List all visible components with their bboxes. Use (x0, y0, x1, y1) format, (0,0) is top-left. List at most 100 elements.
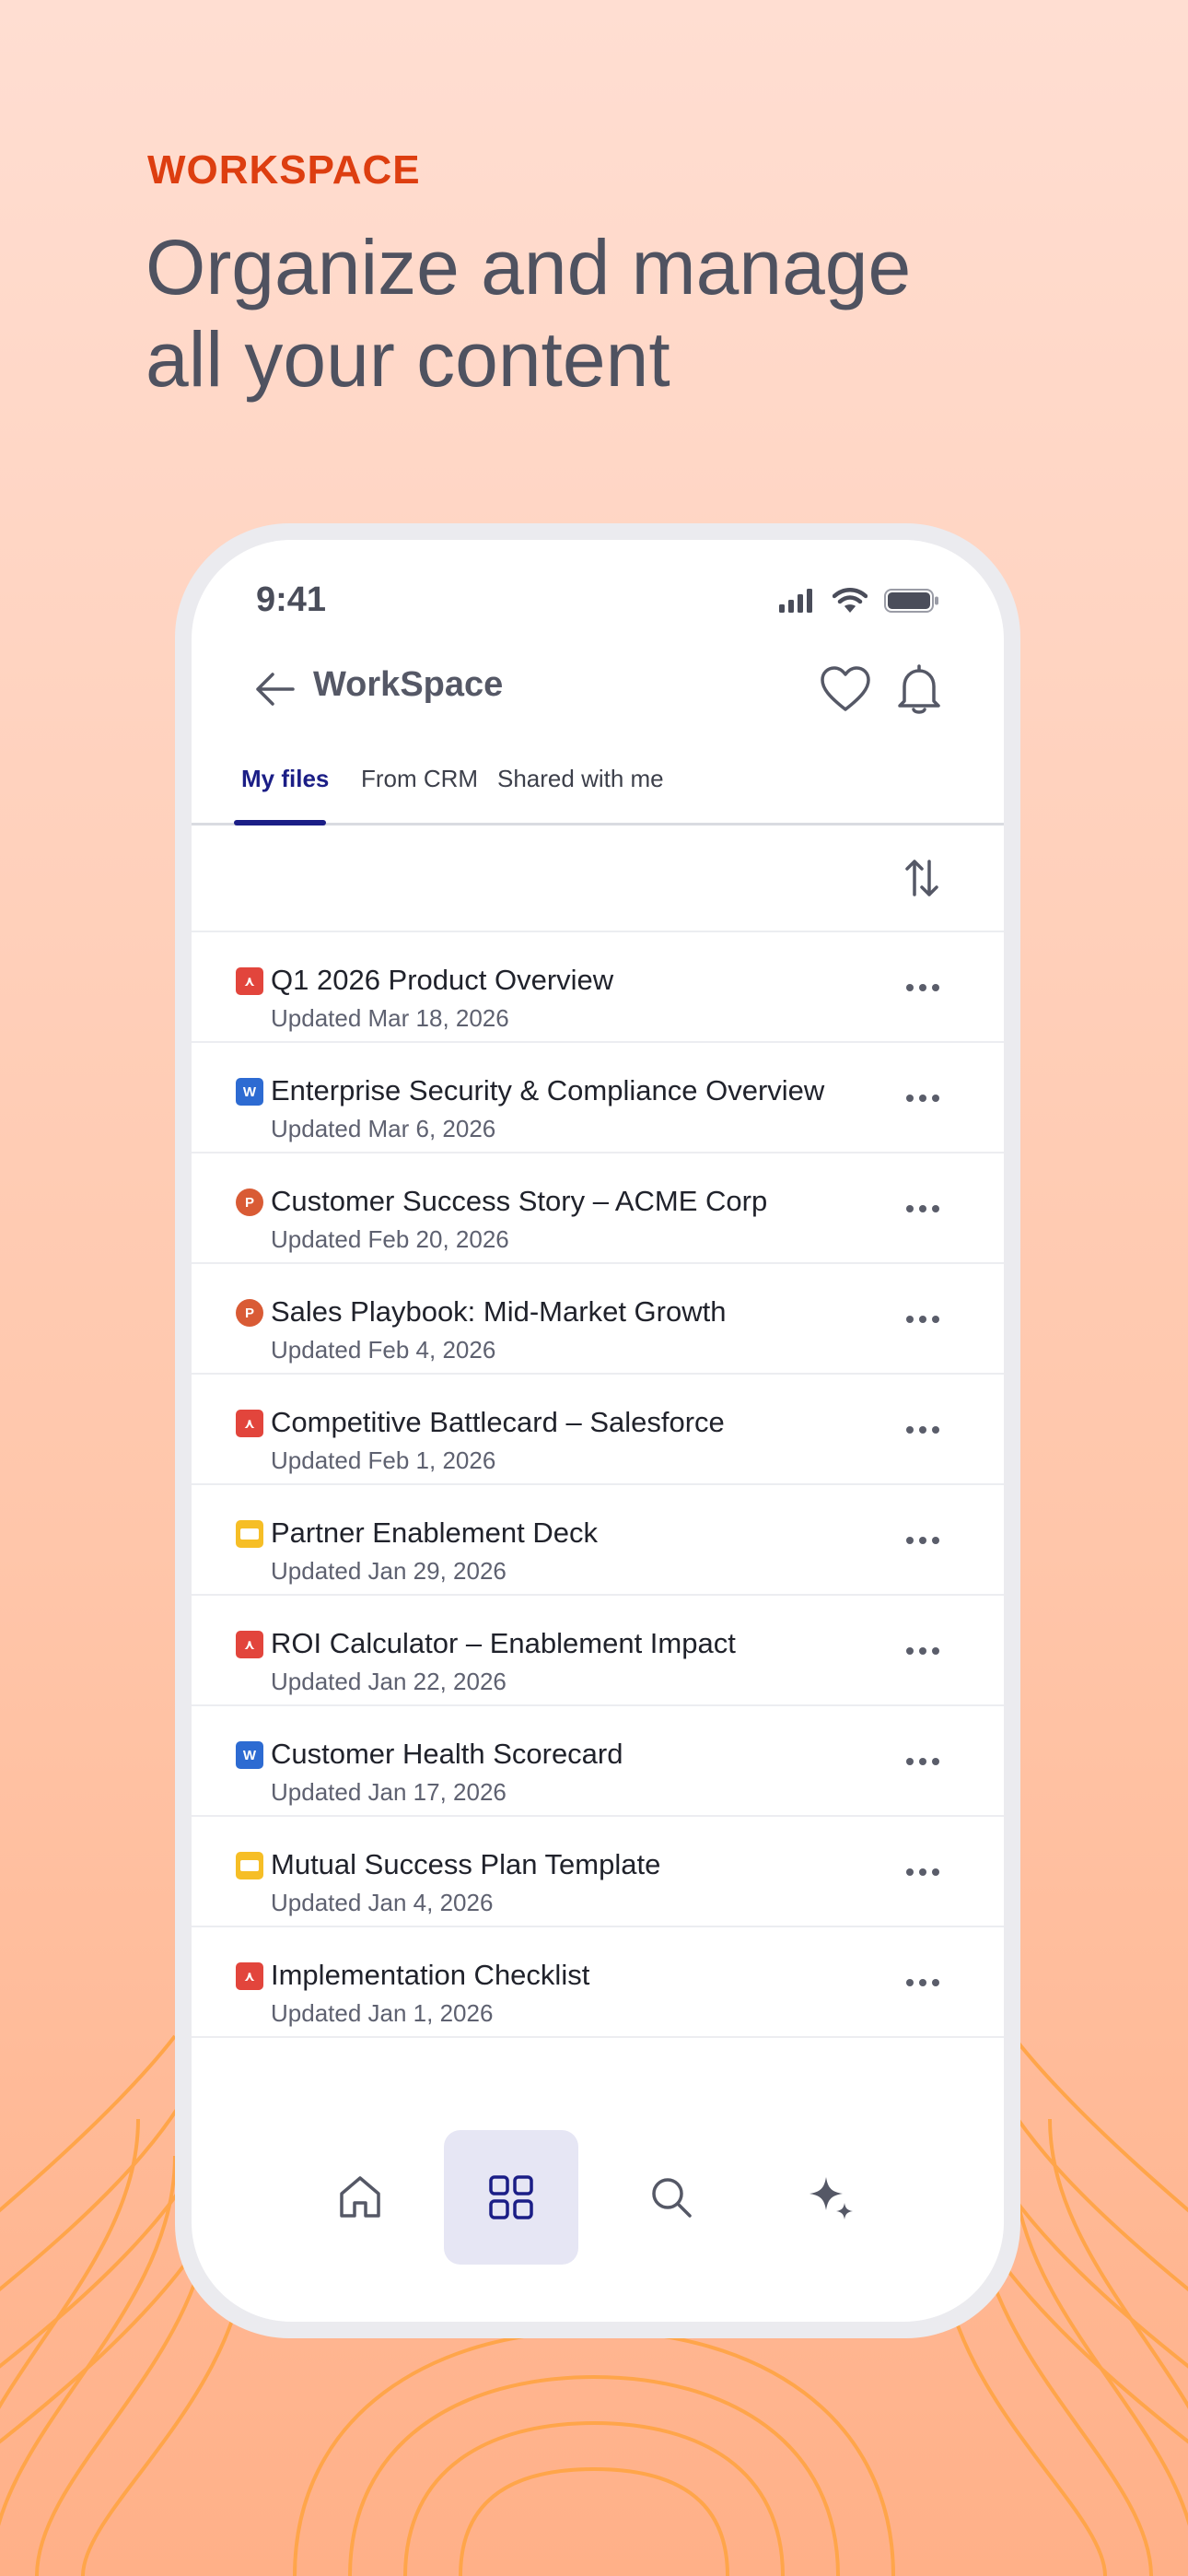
slides-file-icon (236, 1852, 263, 1879)
tab-shared-with-me[interactable]: Shared with me (497, 765, 664, 793)
tab-from-crm[interactable]: From CRM (361, 765, 478, 793)
nav-search[interactable] (604, 2130, 739, 2265)
pdf-file-icon: ⋏ (236, 1631, 263, 1658)
more-dot (906, 1758, 914, 1765)
more-dot (932, 1979, 939, 1986)
file-updated-date: Updated Jan 4, 2026 (271, 1889, 494, 1916)
more-options-button[interactable] (897, 1852, 949, 1892)
more-dot (906, 1647, 914, 1655)
battery-icon (884, 589, 938, 613)
headline-line-1: Organize and manage (146, 224, 912, 310)
more-dot (932, 1316, 939, 1323)
back-button[interactable] (247, 662, 302, 717)
notifications-button[interactable] (890, 660, 949, 719)
more-options-button[interactable] (897, 1631, 949, 1671)
more-options-button[interactable] (897, 1410, 949, 1450)
file-name: Competitive Battlecard – Salesforce (271, 1406, 725, 1438)
more-dot (906, 1316, 914, 1323)
more-dot (919, 1537, 926, 1544)
tab-my-files[interactable]: My files (241, 765, 329, 793)
file-row[interactable]: Partner Enablement Deck Updated Jan 29, … (192, 1485, 1004, 1596)
more-dot (906, 1426, 914, 1434)
more-dot (906, 1979, 914, 1986)
file-updated-date: Updated Feb 1, 2026 (271, 1446, 496, 1474)
app-title: WorkSpace (313, 665, 504, 704)
bell-icon (898, 664, 940, 714)
more-options-button[interactable] (897, 1078, 949, 1118)
file-name: Sales Playbook: Mid-Market Growth (271, 1295, 727, 1328)
phone-frame: 9:41 WorkSpace My files From CRM Shared … (175, 523, 1020, 2338)
file-row[interactable]: ⋏ Q1 2026 Product Overview Updated Mar 1… (192, 932, 1004, 1043)
more-dot (932, 1426, 939, 1434)
favorites-button[interactable] (816, 660, 875, 719)
more-options-button[interactable] (897, 1962, 949, 2003)
more-options-button[interactable] (897, 1188, 949, 1229)
nav-workspace[interactable] (444, 2130, 578, 2265)
back-arrow-icon (256, 673, 295, 706)
more-options-button[interactable] (897, 1520, 949, 1561)
sort-button[interactable] (897, 853, 947, 903)
file-row[interactable]: P Customer Success Story – ACME Corp Upd… (192, 1153, 1004, 1264)
more-options-button[interactable] (897, 1741, 949, 1782)
file-name: ROI Calculator – Enablement Impact (271, 1627, 736, 1659)
headline: Organize and manage all your content (146, 221, 1066, 405)
wifi-icon (833, 588, 868, 613)
search-icon (652, 2178, 692, 2218)
file-updated-date: Updated Jan 22, 2026 (271, 1668, 507, 1695)
more-dot (906, 984, 914, 991)
file-row[interactable]: Mutual Success Plan Template Updated Jan… (192, 1817, 1004, 1927)
pdf-file-icon: ⋏ (236, 1410, 263, 1437)
file-name: Customer Health Scorecard (271, 1738, 623, 1770)
file-name: Enterprise Security & Compliance Overvie… (271, 1074, 825, 1107)
phone-screen: 9:41 WorkSpace My files From CRM Shared … (192, 540, 1004, 2322)
more-dot (919, 1426, 926, 1434)
heart-icon (821, 666, 870, 711)
status-icons (779, 588, 939, 614)
signal-icon (779, 589, 812, 613)
more-dot (919, 1868, 926, 1876)
file-name: Partner Enablement Deck (271, 1516, 598, 1549)
more-dot (919, 984, 926, 991)
more-dot (932, 1647, 939, 1655)
more-dot (932, 1205, 939, 1212)
eyebrow-label: WORKSPACE (147, 147, 421, 193)
file-updated-date: Updated Feb 20, 2026 (271, 1225, 509, 1253)
headline-line-2: all your content (146, 316, 670, 403)
file-updated-date: Updated Mar 18, 2026 (271, 1004, 509, 1032)
tab-bar: My files From CRM Shared with me (192, 754, 1004, 825)
file-row[interactable]: ⋏ ROI Calculator – Enablement Impact Upd… (192, 1596, 1004, 1706)
more-dot (919, 1205, 926, 1212)
powerpoint-file-icon: P (236, 1188, 263, 1216)
file-row[interactable]: P Sales Playbook: Mid-Market Growth Upda… (192, 1264, 1004, 1375)
file-row[interactable]: W Customer Health Scorecard Updated Jan … (192, 1706, 1004, 1817)
more-dot (919, 1758, 926, 1765)
file-updated-date: Updated Jan 1, 2026 (271, 1999, 494, 2027)
more-dot (932, 984, 939, 991)
file-updated-date: Updated Feb 4, 2026 (271, 1336, 496, 1364)
file-name: Q1 2026 Product Overview (271, 964, 614, 996)
more-dot (906, 1537, 914, 1544)
powerpoint-file-icon: P (236, 1299, 263, 1327)
file-name: Implementation Checklist (271, 1959, 590, 1991)
more-dot (932, 1758, 939, 1765)
more-dot (906, 1868, 914, 1876)
grid-icon (489, 2175, 533, 2219)
nav-ai-assistant[interactable] (764, 2130, 899, 2265)
slides-file-icon (236, 1520, 263, 1548)
nav-home[interactable] (293, 2130, 427, 2265)
bottom-nav (192, 2130, 1004, 2277)
more-dot (906, 1205, 914, 1212)
sort-bar (192, 825, 1004, 932)
more-options-button[interactable] (897, 1299, 949, 1340)
more-dot (932, 1868, 939, 1876)
file-row[interactable]: ⋏ Competitive Battlecard – Salesforce Up… (192, 1375, 1004, 1485)
sort-arrows-icon (905, 860, 938, 896)
file-name: Customer Success Story – ACME Corp (271, 1185, 768, 1217)
file-list: ⋏ Q1 2026 Product Overview Updated Mar 1… (192, 932, 1004, 2038)
more-dot (919, 1979, 926, 1986)
more-options-button[interactable] (897, 967, 949, 1008)
more-dot (919, 1095, 926, 1102)
pdf-file-icon: ⋏ (236, 967, 263, 995)
file-row[interactable]: W Enterprise Security & Compliance Overv… (192, 1043, 1004, 1153)
file-row[interactable]: ⋏ Implementation Checklist Updated Jan 1… (192, 1927, 1004, 2038)
